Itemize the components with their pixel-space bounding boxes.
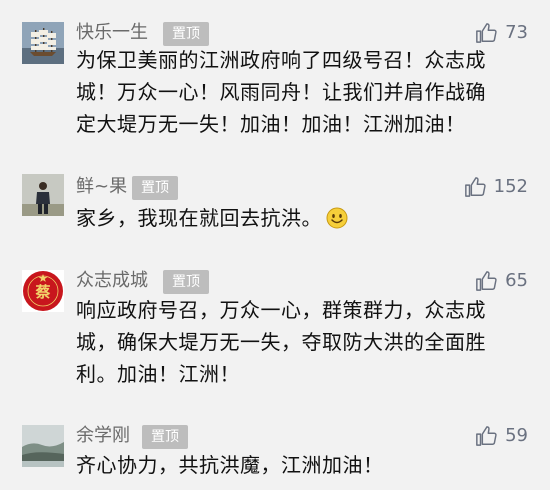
avatar[interactable]: 蔡 — [22, 270, 64, 312]
comment-line: 为保卫美丽的江洲政府响了四级号召！众志成 — [76, 48, 486, 72]
pinned-badge: 置顶 — [142, 425, 188, 449]
comment-line: 城，确保大堤万无一失，夺取防大洪的全面胜 — [76, 330, 486, 354]
like-button[interactable]: 65 — [475, 270, 528, 292]
thumbs-up-icon — [476, 426, 497, 446]
like-count: 73 — [505, 22, 528, 43]
like-button[interactable]: 59 — [475, 425, 528, 447]
like-button[interactable]: 152 — [464, 176, 528, 198]
like-button[interactable]: 73 — [475, 22, 528, 44]
like-count: 65 — [505, 270, 528, 291]
person-photo-icon — [22, 174, 64, 216]
comment-text: 为保卫美丽的江洲政府响了四级号召！众志成 城！万众一心！风雨同舟！让我们并肩作战… — [76, 44, 516, 140]
like-count: 59 — [505, 425, 528, 446]
comment-line: 城！万众一心！风雨同舟！让我们并肩作战确 — [76, 80, 486, 104]
author-name[interactable]: 余学刚 — [76, 425, 130, 447]
comment-line: 家乡，我现在就回去抗洪。 — [76, 202, 516, 234]
like-count: 152 — [493, 176, 528, 197]
avatar[interactable] — [22, 174, 64, 216]
pinned-badge: 置顶 — [132, 176, 178, 200]
thumbs-up-icon — [464, 177, 486, 197]
comment-line: 定大堤万无一失！加油！加油！江洲加油！ — [76, 112, 466, 136]
author-name[interactable]: 快乐一生 — [76, 22, 148, 44]
avatar[interactable] — [22, 425, 64, 467]
comment-line: 齐心协力，共抗洪魔，江洲加油！ — [76, 453, 384, 477]
comment-item: 余学刚 置顶 59 齐心协力，共抗洪魔，江洲加油！ — [0, 415, 550, 490]
pinned-badge: 置顶 — [163, 270, 209, 294]
comment-item: 快乐一生 置顶 73 为保卫美丽的江洲政府响了四级号召！众志成 城！万众一心！风… — [0, 0, 550, 150]
landscape-photo-icon — [22, 425, 64, 467]
comment-item: 蔡 众志成城 置顶 65 响应政府号召，万众一心，群策群力，众志成 城，确保大堤… — [0, 250, 550, 415]
smiley-icon — [326, 207, 348, 229]
sailing-ship-icon — [22, 22, 64, 64]
thumbs-up-icon — [476, 23, 497, 43]
seal-character: 蔡 — [34, 283, 50, 301]
avatar[interactable] — [22, 22, 64, 64]
comment-item: 鲜~果 置顶 152 家乡，我现在就回去抗洪。 — [0, 150, 550, 250]
red-seal-icon: 蔡 — [22, 270, 64, 312]
thumbs-up-icon — [476, 271, 497, 291]
author-name[interactable]: 众志成城 — [76, 270, 148, 292]
pinned-badge: 置顶 — [163, 22, 209, 46]
comment-text: 响应政府号召，万众一心，群策群力，众志成 城，确保大堤万无一失，夺取防大洪的全面… — [76, 294, 516, 390]
comment-line: 响应政府号召，万众一心，群策群力，众志成 — [76, 298, 486, 322]
comment-text: 齐心协力，共抗洪魔，江洲加油！ — [76, 449, 516, 481]
author-name[interactable]: 鲜~果 — [76, 176, 127, 198]
comment-text: 家乡，我现在就回去抗洪。 — [76, 202, 516, 234]
comment-line: 利。加油！江洲！ — [76, 362, 240, 386]
